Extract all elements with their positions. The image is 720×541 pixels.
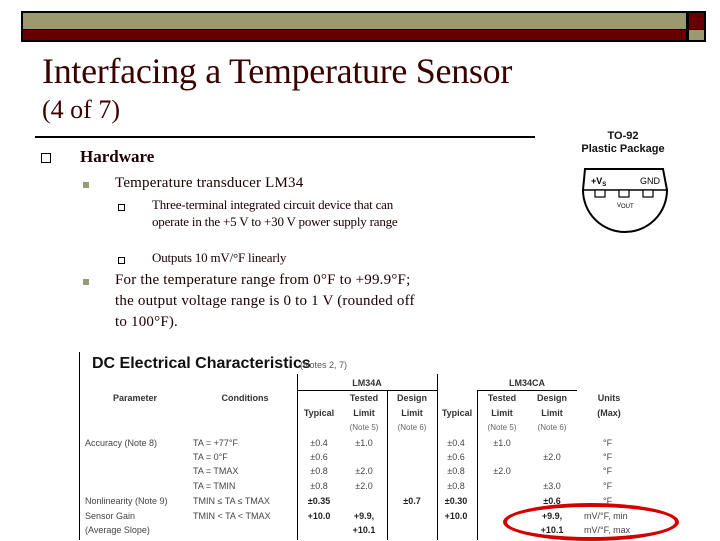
- hollow-square-bullet-icon: [118, 204, 125, 211]
- row-units: °F: [603, 452, 613, 462]
- row-value-ca-typ: ±0.30: [444, 496, 468, 506]
- title-divider: [35, 136, 535, 138]
- header-note6-a: (Note 6): [397, 423, 427, 432]
- image-border: [79, 352, 80, 540]
- hollow-square-bullet-icon: [41, 153, 51, 163]
- header-design-ca: Design: [536, 393, 567, 403]
- package-title-line2: Plastic Package: [581, 143, 665, 155]
- header-lm34ca: LM34CA: [508, 378, 545, 388]
- dc-table-title: DC Electrical Characteristics: [92, 355, 311, 372]
- header-design-a: Design: [396, 393, 427, 403]
- row-value-a-typ: ±0.8: [310, 481, 328, 491]
- bullet-hardware: Hardware: [80, 147, 155, 166]
- row-value-a-design: ±0.7: [403, 496, 421, 506]
- bullet-temperature-range: For the temperature range from 0°F to +9…: [115, 272, 415, 330]
- bullet-three-terminal: Three-terminal integrated circuit device…: [152, 197, 398, 229]
- slide-title: Interfacing a Temperature Sensor: [42, 51, 513, 91]
- row-value-a-tested: ±2.0: [355, 481, 373, 491]
- row-value-a-tested: +10.1: [352, 525, 376, 535]
- row-value-a-typ: ±0.8: [310, 466, 328, 476]
- header-note5-a: (Note 5): [349, 423, 379, 432]
- dc-table-notes: (Notes 2, 7): [300, 360, 348, 370]
- row-value-a-typ: ±0.6: [310, 452, 328, 462]
- row-units: °F: [603, 466, 613, 476]
- header-parameter: Parameter: [112, 393, 158, 403]
- pin-vout: [618, 189, 630, 198]
- row-value-ca-tested: ±1.0: [493, 438, 511, 448]
- header-square-olive: [687, 29, 706, 42]
- row-value-ca-typ: ±0.8: [447, 466, 465, 476]
- pin-label-vout: VOUT: [617, 203, 634, 210]
- header-limit-ca2: Limit: [541, 408, 563, 418]
- row-value-a-typ: +10.0: [307, 511, 331, 521]
- row-condition: TMIN ≤ TA ≤ TMAX: [193, 496, 270, 506]
- header-tested-ca: Tested: [487, 393, 517, 403]
- package-title: TO-92 Plastic Package: [576, 130, 670, 156]
- highlight-ellipse: [503, 503, 679, 541]
- bullet-transducer: Temperature transducer LM34: [115, 175, 304, 191]
- header-limit-a2: Limit: [401, 408, 423, 418]
- row-units: °F: [603, 481, 613, 491]
- row-parameter: Nonlinearity (Note 9): [85, 496, 168, 506]
- filled-square-bullet-icon: [83, 182, 89, 188]
- header-typical-a: Typical: [303, 408, 335, 418]
- header-bar-olive: [21, 11, 688, 29]
- row-value-a-tested: ±1.0: [355, 438, 373, 448]
- header-units-max: (Max): [597, 408, 621, 418]
- to92-package-diagram: +VS GND VOUT: [581, 168, 669, 233]
- row-condition: TA = TMAX: [193, 466, 239, 476]
- row-parameter: Sensor Gain: [85, 511, 136, 521]
- bullet-outputs: Outputs 10 mV/°F linearly: [152, 250, 287, 265]
- row-value-ca-typ: ±0.4: [447, 438, 465, 448]
- header-note5-ca: (Note 5): [487, 423, 517, 432]
- row-value-ca-typ: ±0.6: [447, 452, 465, 462]
- pin-vs: [594, 189, 606, 198]
- header-square-maroon: [687, 11, 706, 29]
- row-condition: TA = +77°F: [193, 438, 238, 448]
- row-value-a-typ: ±0.4: [310, 438, 328, 448]
- row-parameter: Accuracy (Note 8): [85, 438, 158, 448]
- slide-subtitle: (4 of 7): [42, 95, 120, 124]
- hollow-square-bullet-icon: [118, 257, 125, 264]
- header-lm34a: LM34A: [352, 378, 382, 388]
- dc-characteristics-table: DC Electrical Characteristics (Notes 2, …: [79, 352, 720, 541]
- row-value-ca-tested: ±2.0: [493, 466, 511, 476]
- grid-line: [297, 390, 437, 391]
- row-parameter: (Average Slope): [85, 525, 150, 535]
- row-units: °F: [603, 438, 613, 448]
- row-condition: TMIN < TA < TMAX: [193, 511, 271, 521]
- header-conditions: Conditions: [221, 393, 269, 403]
- row-value-ca-typ: +10.0: [444, 511, 468, 521]
- row-value-a-typ: ±0.35: [307, 496, 331, 506]
- header-bar-maroon: [21, 29, 688, 42]
- header-tested-a: Tested: [349, 393, 379, 403]
- header-typical-ca: Typical: [441, 408, 473, 418]
- row-value-ca-typ: ±0.8: [447, 481, 465, 491]
- row-condition: TA = TMIN: [193, 481, 236, 491]
- header-limit-a: Limit: [353, 408, 375, 418]
- row-value-a-tested: ±2.0: [355, 466, 373, 476]
- pin-label-gnd: GND: [640, 176, 661, 186]
- header-limit-ca: Limit: [491, 408, 513, 418]
- header-note6-ca: (Note 6): [537, 423, 567, 432]
- row-value-ca-design: ±3.0: [543, 481, 561, 491]
- filled-square-bullet-icon: [83, 279, 89, 285]
- grid-line: [477, 390, 577, 391]
- package-title-line1: TO-92: [607, 130, 639, 142]
- row-value-ca-design: ±2.0: [543, 452, 561, 462]
- header-units: Units: [597, 393, 621, 403]
- pin-gnd: [642, 189, 654, 198]
- row-condition: TA = 0°F: [193, 452, 228, 462]
- row-value-a-tested: +9.9,: [353, 511, 375, 521]
